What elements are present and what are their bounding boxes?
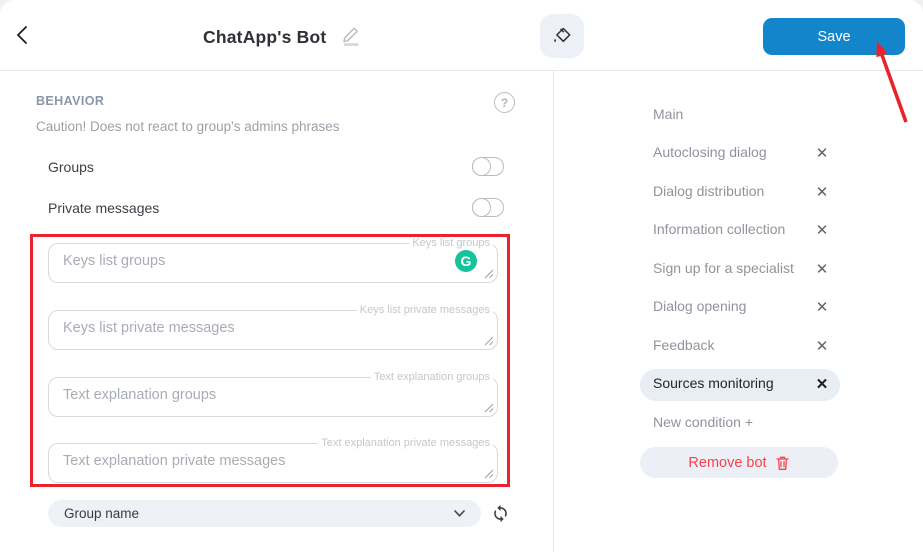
field-floating-label: Keys list private messages: [357, 303, 493, 318]
field-floating-label: Text explanation groups: [371, 370, 493, 385]
toggle-knob: [472, 198, 491, 217]
back-button[interactable]: [10, 22, 36, 48]
grammarly-icon: G: [455, 250, 477, 272]
condition-label[interactable]: Information collection: [653, 221, 785, 237]
close-icon[interactable]: ✕: [814, 375, 830, 395]
condition-label[interactable]: Dialog distribution: [653, 183, 764, 199]
behavior-section-title: BEHAVIOR: [36, 94, 104, 108]
close-icon[interactable]: ✕: [814, 183, 830, 203]
groups-toggle[interactable]: [472, 157, 504, 176]
keys-list-private-messages-field: Keys list private messages: [48, 310, 498, 350]
field-floating-label: Text explanation private messages: [318, 436, 493, 451]
chevron-down-icon: [454, 510, 465, 517]
group-name-select-value: Group name: [64, 506, 454, 521]
help-button[interactable]: ?: [494, 92, 515, 113]
toggle-knob: [472, 157, 491, 176]
header: ChatApp's Bot Save: [0, 0, 923, 71]
condition-label[interactable]: Main: [653, 106, 683, 122]
chevron-left-icon: [10, 22, 36, 48]
keys-list-groups-field: Keys list groups: [48, 243, 498, 283]
close-icon[interactable]: ✕: [814, 337, 830, 357]
private-messages-toggle[interactable]: [472, 198, 504, 217]
group-name-select[interactable]: Group name: [48, 500, 481, 527]
paint-bucket-icon: [550, 24, 574, 48]
condition-label[interactable]: Dialog opening: [653, 298, 746, 314]
bot-settings-window: ChatApp's Bot Save BEHAVIOR ? Caution! D…: [0, 0, 923, 552]
resize-handle-icon[interactable]: [484, 403, 494, 413]
close-icon[interactable]: ✕: [814, 221, 830, 241]
add-condition-label[interactable]: New condition +: [653, 414, 753, 430]
close-icon[interactable]: ✕: [814, 260, 830, 280]
resize-handle-icon[interactable]: [484, 469, 494, 479]
condition-label[interactable]: Feedback: [653, 337, 714, 353]
page-title: ChatApp's Bot: [203, 27, 326, 48]
close-icon[interactable]: ✕: [814, 298, 830, 318]
close-icon[interactable]: ✕: [814, 144, 830, 164]
trash-icon: [775, 455, 790, 471]
field-floating-label: Keys list groups: [409, 236, 493, 251]
panel-divider: [553, 70, 554, 552]
question-mark-icon: ?: [501, 96, 508, 110]
condition-label[interactable]: Autoclosing dialog: [653, 144, 767, 160]
caution-text: Caution! Does not react to group's admin…: [36, 119, 340, 134]
save-button[interactable]: Save: [763, 18, 905, 55]
private-messages-toggle-label: Private messages: [48, 200, 159, 216]
condition-label[interactable]: Sign up for a specialist: [653, 260, 794, 276]
theme-fill-button[interactable]: [540, 14, 584, 58]
condition-label[interactable]: Sources monitoring: [653, 375, 774, 391]
resize-handle-icon[interactable]: [484, 336, 494, 346]
refresh-groups-button[interactable]: [489, 502, 512, 525]
groups-toggle-label: Groups: [48, 159, 94, 175]
remove-bot-label: Remove bot: [688, 455, 766, 471]
text-explanation-private-messages-field: Text explanation private messages: [48, 443, 498, 483]
edit-title-icon[interactable]: [340, 25, 362, 52]
resize-handle-icon[interactable]: [484, 269, 494, 279]
remove-bot-button[interactable]: Remove bot: [640, 447, 838, 478]
text-explanation-groups-field: Text explanation groups: [48, 377, 498, 417]
refresh-icon: [491, 504, 510, 523]
